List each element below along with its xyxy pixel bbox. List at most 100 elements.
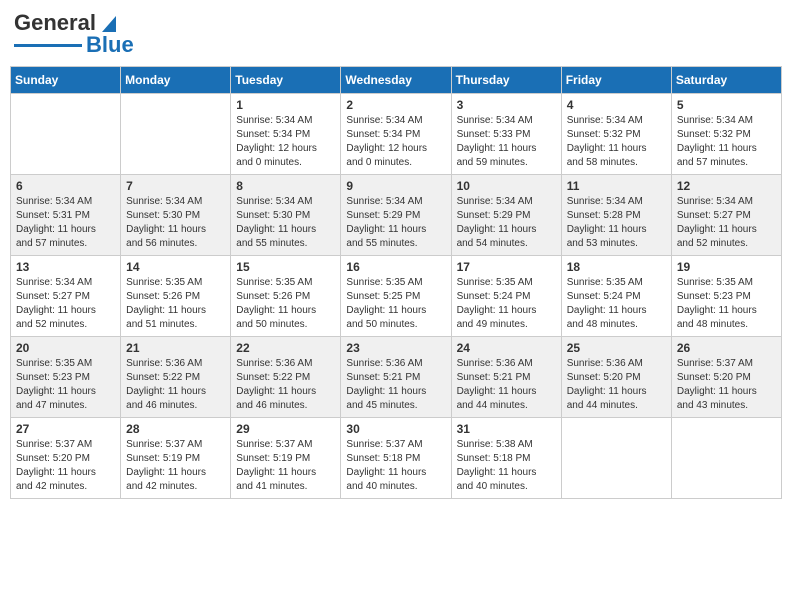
day-info: Sunrise: 5:34 AM Sunset: 5:34 PM Dayligh…	[346, 114, 445, 170]
day-cell: 31 Sunrise: 5:38 AM Sunset: 5:18 PM Dayli…	[451, 418, 561, 499]
day-number: 21	[126, 341, 225, 355]
day-cell: 21Sunrise: 5:36 AM Sunset: 5:22 PM Dayli…	[121, 337, 231, 418]
day-number: 26	[677, 341, 776, 355]
week-row-2: 6 Sunrise: 5:34 AM Sunset: 5:31 PM Daylig…	[11, 175, 782, 256]
day-cell: 8 Sunrise: 5:34 AM Sunset: 5:30 PM Daylig…	[231, 175, 341, 256]
day-cell: 15 Sunrise: 5:35 AM Sunset: 5:26 PM Dayli…	[231, 256, 341, 337]
day-cell: 20 Sunrise: 5:35 AM Sunset: 5:23 PM Dayli…	[11, 337, 121, 418]
day-number: 4	[567, 98, 666, 112]
day-info: Sunrise: 5:34 AM Sunset: 5:30 PM Dayligh…	[236, 195, 335, 251]
week-row-4: 20 Sunrise: 5:35 AM Sunset: 5:23 PM Dayli…	[11, 337, 782, 418]
day-number: 6	[16, 179, 115, 193]
day-cell	[561, 418, 671, 499]
day-number: 14	[126, 260, 225, 274]
day-cell: 13 Sunrise: 5:34 AM Sunset: 5:27 PM Dayli…	[11, 256, 121, 337]
column-header-wednesday: Wednesday	[341, 67, 451, 94]
day-cell: 3Sunrise: 5:34 AM Sunset: 5:33 PM Daylig…	[451, 94, 561, 175]
column-header-saturday: Saturday	[671, 67, 781, 94]
day-info: Sunrise: 5:35 AM Sunset: 5:26 PM Dayligh…	[126, 276, 225, 332]
day-number: 12	[677, 179, 776, 193]
day-cell: 16 Sunrise: 5:35 AM Sunset: 5:25 PM Dayli…	[341, 256, 451, 337]
day-cell: 10 Sunrise: 5:34 AM Sunset: 5:29 PM Dayli…	[451, 175, 561, 256]
day-info: Sunrise: 5:37 AM Sunset: 5:19 PM Dayligh…	[126, 438, 225, 494]
logo-blue: Blue	[86, 32, 134, 58]
day-info: Sunrise: 5:34 AM Sunset: 5:27 PM Dayligh…	[16, 276, 115, 332]
day-number: 19	[677, 260, 776, 274]
day-cell: 27Sunrise: 5:37 AM Sunset: 5:20 PM Dayli…	[11, 418, 121, 499]
day-cell: 29 Sunrise: 5:37 AM Sunset: 5:19 PM Dayli…	[231, 418, 341, 499]
day-number: 16	[346, 260, 445, 274]
day-cell: 6 Sunrise: 5:34 AM Sunset: 5:31 PM Daylig…	[11, 175, 121, 256]
day-number: 2	[346, 98, 445, 112]
day-cell: 24Sunrise: 5:36 AM Sunset: 5:21 PM Dayli…	[451, 337, 561, 418]
day-cell: 17 Sunrise: 5:35 AM Sunset: 5:24 PM Dayli…	[451, 256, 561, 337]
day-cell: 1 Sunrise: 5:34 AM Sunset: 5:34 PM Daylig…	[231, 94, 341, 175]
day-cell: 7 Sunrise: 5:34 AM Sunset: 5:30 PM Daylig…	[121, 175, 231, 256]
calendar-body: 1 Sunrise: 5:34 AM Sunset: 5:34 PM Daylig…	[11, 94, 782, 499]
day-info: Sunrise: 5:34 AM Sunset: 5:30 PM Dayligh…	[126, 195, 225, 251]
day-cell: 30Sunrise: 5:37 AM Sunset: 5:18 PM Dayli…	[341, 418, 451, 499]
day-info: Sunrise: 5:34 AM Sunset: 5:29 PM Dayligh…	[346, 195, 445, 251]
day-info: Sunrise: 5:34 AM Sunset: 5:32 PM Dayligh…	[677, 114, 776, 170]
page-header: General Blue	[10, 10, 782, 58]
week-row-3: 13 Sunrise: 5:34 AM Sunset: 5:27 PM Dayli…	[11, 256, 782, 337]
column-header-thursday: Thursday	[451, 67, 561, 94]
day-info: Sunrise: 5:35 AM Sunset: 5:23 PM Dayligh…	[16, 357, 115, 413]
day-number: 1	[236, 98, 335, 112]
day-info: Sunrise: 5:34 AM Sunset: 5:29 PM Dayligh…	[457, 195, 556, 251]
week-row-5: 27Sunrise: 5:37 AM Sunset: 5:20 PM Dayli…	[11, 418, 782, 499]
logo-icon	[98, 12, 120, 34]
day-cell: 23 Sunrise: 5:36 AM Sunset: 5:21 PM Dayli…	[341, 337, 451, 418]
column-header-friday: Friday	[561, 67, 671, 94]
day-info: Sunrise: 5:37 AM Sunset: 5:20 PM Dayligh…	[677, 357, 776, 413]
day-info: Sunrise: 5:35 AM Sunset: 5:26 PM Dayligh…	[236, 276, 335, 332]
day-number: 24	[457, 341, 556, 355]
day-cell: 28 Sunrise: 5:37 AM Sunset: 5:19 PM Dayli…	[121, 418, 231, 499]
day-number: 22	[236, 341, 335, 355]
day-cell: 22Sunrise: 5:36 AM Sunset: 5:22 PM Dayli…	[231, 337, 341, 418]
day-number: 31	[457, 422, 556, 436]
day-info: Sunrise: 5:34 AM Sunset: 5:27 PM Dayligh…	[677, 195, 776, 251]
day-info: Sunrise: 5:36 AM Sunset: 5:21 PM Dayligh…	[346, 357, 445, 413]
day-cell: 9 Sunrise: 5:34 AM Sunset: 5:29 PM Daylig…	[341, 175, 451, 256]
day-info: Sunrise: 5:38 AM Sunset: 5:18 PM Dayligh…	[457, 438, 556, 494]
day-number: 10	[457, 179, 556, 193]
day-number: 20	[16, 341, 115, 355]
day-number: 18	[567, 260, 666, 274]
day-number: 9	[346, 179, 445, 193]
week-row-1: 1 Sunrise: 5:34 AM Sunset: 5:34 PM Daylig…	[11, 94, 782, 175]
calendar-header: SundayMondayTuesdayWednesdayThursdayFrid…	[11, 67, 782, 94]
day-number: 7	[126, 179, 225, 193]
day-number: 3	[457, 98, 556, 112]
day-cell: 12 Sunrise: 5:34 AM Sunset: 5:27 PM Dayli…	[671, 175, 781, 256]
day-cell	[671, 418, 781, 499]
column-header-sunday: Sunday	[11, 67, 121, 94]
day-info: Sunrise: 5:35 AM Sunset: 5:25 PM Dayligh…	[346, 276, 445, 332]
day-number: 8	[236, 179, 335, 193]
day-info: Sunrise: 5:34 AM Sunset: 5:32 PM Dayligh…	[567, 114, 666, 170]
day-number: 30	[346, 422, 445, 436]
day-number: 11	[567, 179, 666, 193]
day-number: 5	[677, 98, 776, 112]
day-info: Sunrise: 5:34 AM Sunset: 5:34 PM Dayligh…	[236, 114, 335, 170]
day-cell: 5 Sunrise: 5:34 AM Sunset: 5:32 PM Daylig…	[671, 94, 781, 175]
day-info: Sunrise: 5:36 AM Sunset: 5:20 PM Dayligh…	[567, 357, 666, 413]
day-info: Sunrise: 5:34 AM Sunset: 5:31 PM Dayligh…	[16, 195, 115, 251]
day-number: 23	[346, 341, 445, 355]
day-number: 28	[126, 422, 225, 436]
day-info: Sunrise: 5:34 AM Sunset: 5:28 PM Dayligh…	[567, 195, 666, 251]
day-number: 29	[236, 422, 335, 436]
day-number: 13	[16, 260, 115, 274]
day-number: 25	[567, 341, 666, 355]
day-cell: 19Sunrise: 5:35 AM Sunset: 5:23 PM Dayli…	[671, 256, 781, 337]
day-cell: 18 Sunrise: 5:35 AM Sunset: 5:24 PM Dayli…	[561, 256, 671, 337]
day-cell	[121, 94, 231, 175]
day-number: 17	[457, 260, 556, 274]
day-info: Sunrise: 5:35 AM Sunset: 5:24 PM Dayligh…	[567, 276, 666, 332]
day-info: Sunrise: 5:37 AM Sunset: 5:20 PM Dayligh…	[16, 438, 115, 494]
day-number: 15	[236, 260, 335, 274]
logo: General Blue	[14, 10, 134, 58]
day-info: Sunrise: 5:37 AM Sunset: 5:19 PM Dayligh…	[236, 438, 335, 494]
day-info: Sunrise: 5:35 AM Sunset: 5:24 PM Dayligh…	[457, 276, 556, 332]
day-cell: 25 Sunrise: 5:36 AM Sunset: 5:20 PM Dayli…	[561, 337, 671, 418]
